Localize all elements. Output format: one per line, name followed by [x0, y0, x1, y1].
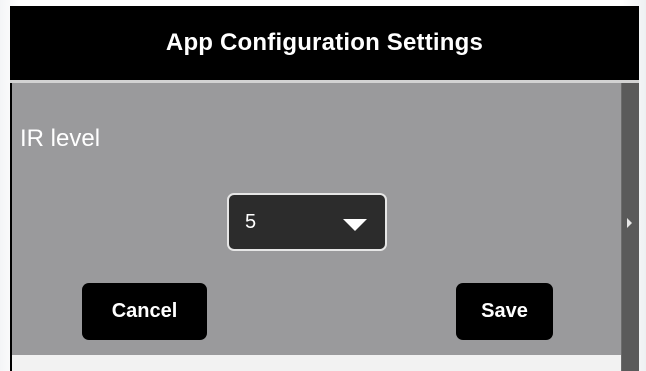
ir-level-select[interactable]: 5 [227, 193, 387, 251]
cancel-button[interactable]: Cancel [82, 283, 207, 340]
arrow-right-icon[interactable] [627, 218, 632, 228]
content-bottom-strip [12, 355, 621, 371]
dialog-title: App Configuration Settings [165, 28, 484, 56]
ir-level-select-value: 5 [245, 211, 257, 233]
dialog-header: App Configuration Settings [10, 6, 639, 79]
save-button[interactable]: Save [456, 283, 553, 340]
chevron-down-icon [343, 219, 367, 231]
app-config-dialog: App Configuration Settings IR level 5 Ca… [10, 6, 639, 371]
ir-level-label: IR level [20, 125, 101, 152]
vertical-scrollbar[interactable] [621, 83, 639, 371]
settings-content: IR level 5 Cancel Save [12, 83, 621, 355]
